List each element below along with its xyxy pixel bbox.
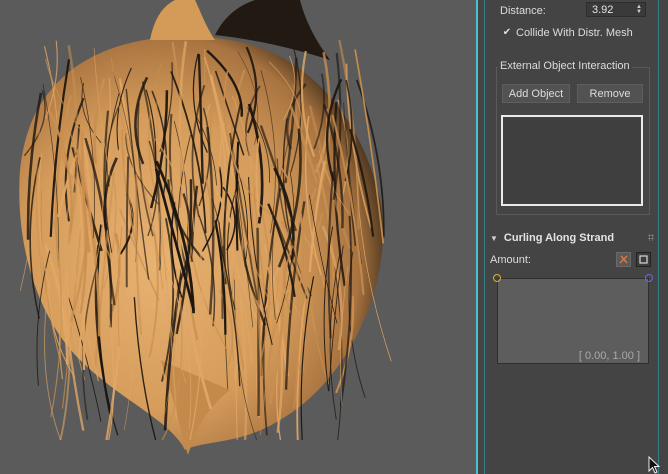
remove-button[interactable]: Remove [577,84,643,103]
curling-curve-editor[interactable]: [ 0.00, 1.00 ] [497,278,649,364]
spinner-arrows-icon[interactable]: ▲ ▼ [636,4,642,15]
distance-value[interactable]: 3.92 [592,4,613,16]
panel-divider-left [484,0,485,474]
external-object-group-title: External Object Interaction [498,60,632,72]
amount-label: Amount: [490,254,531,266]
object-listbox[interactable] [501,115,643,206]
curve-start-handle[interactable] [493,274,501,282]
curling-rollout-header[interactable]: ▼ Curling Along Strand [490,230,658,246]
curve-end-handle[interactable] [645,274,653,282]
maximize-icon[interactable] [636,252,651,267]
command-panel: Distance: 3.92 ▲ ▼ ✔ Collide With Distr. … [478,0,668,474]
distance-row: Distance: [500,3,546,18]
drag-handle-icon[interactable] [648,234,654,241]
curve-range-label: [ 0.00, 1.00 ] [578,350,640,362]
collide-checkbox-label[interactable]: Collide With Distr. Mesh [516,27,633,39]
collapse-arrow-icon[interactable]: ▼ [490,234,498,243]
hair-render [19,0,392,455]
distance-spinner[interactable]: 3.92 ▲ ▼ [586,2,646,17]
collide-checkbox-row[interactable]: ✔ Collide With Distr. Mesh [502,25,633,40]
mouse-cursor-icon [648,456,661,474]
panel-divider-right [658,0,659,474]
amount-row: Amount: [490,253,531,267]
checkmark-icon[interactable]: ✔ [502,27,512,38]
viewport[interactable] [0,0,478,474]
add-object-button[interactable]: Add Object [502,84,570,103]
distance-label: Distance: [500,4,546,17]
reset-curve-icon[interactable] [616,252,631,267]
curling-rollout-title[interactable]: Curling Along Strand [504,232,614,244]
